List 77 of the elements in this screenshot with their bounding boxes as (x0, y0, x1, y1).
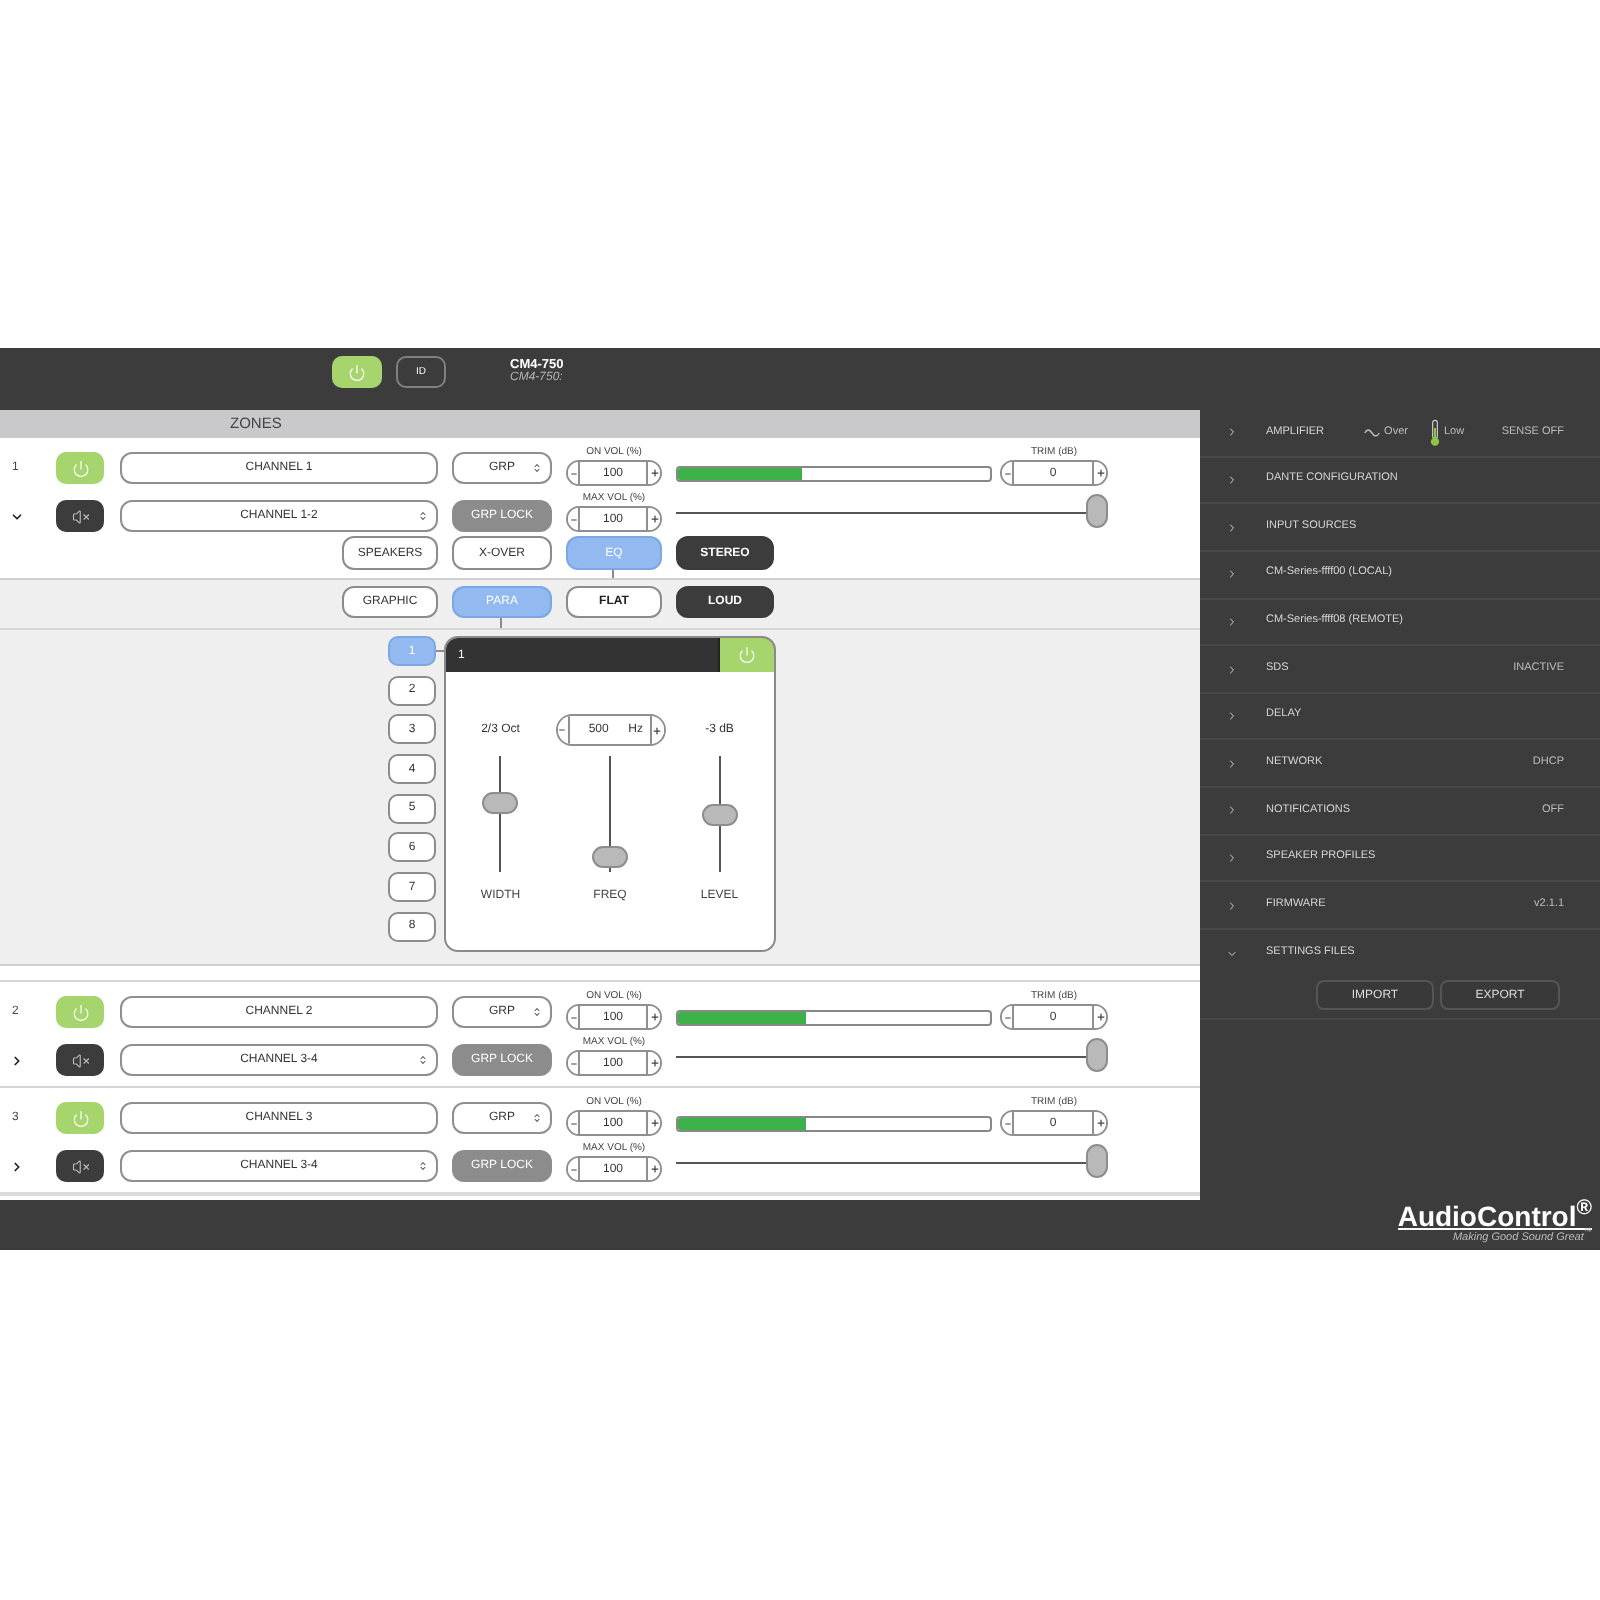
slider-thumb[interactable] (701, 803, 738, 825)
band-power-button[interactable] (718, 638, 774, 672)
decrement-button[interactable] (568, 508, 580, 530)
up-down-chevron-icon (532, 1006, 542, 1018)
plus-icon (1095, 1118, 1105, 1128)
decrement-button[interactable] (568, 462, 580, 484)
slider-track[interactable] (592, 756, 628, 872)
power-button[interactable] (332, 356, 382, 388)
power-icon (71, 1109, 89, 1127)
minus-icon (569, 1119, 577, 1127)
slider-track[interactable] (701, 756, 738, 872)
power-icon (348, 363, 366, 381)
minus-icon (569, 1059, 577, 1067)
mute-button[interactable] (56, 1044, 104, 1076)
up-down-chevron-icon (418, 1160, 428, 1172)
decrement-button[interactable] (1002, 1006, 1014, 1028)
power-icon (71, 459, 89, 477)
decrement-button[interactable] (557, 716, 569, 744)
mute-button[interactable] (56, 500, 104, 532)
increment-button[interactable] (1092, 1006, 1106, 1028)
sine-wave-icon (1364, 427, 1381, 438)
speaker-mute-icon (71, 1051, 89, 1069)
up-down-chevron-icon (418, 510, 428, 522)
plus-icon (1095, 468, 1105, 478)
plus-icon (649, 514, 659, 524)
plus-icon (649, 1012, 659, 1022)
slider-thumb[interactable] (592, 845, 628, 868)
slider-thumb[interactable] (1086, 1144, 1108, 1178)
mute-button[interactable] (56, 1150, 104, 1182)
slider-thumb[interactable] (1086, 494, 1108, 528)
plus-icon (649, 1164, 659, 1174)
decrement-button[interactable] (1002, 1112, 1014, 1134)
speaker-mute-icon (71, 507, 89, 525)
slider-thumb[interactable] (1086, 1038, 1108, 1072)
slider-thumb[interactable] (482, 792, 519, 815)
decrement-button[interactable] (568, 1112, 580, 1134)
speaker-mute-icon (71, 1157, 89, 1175)
decrement-button[interactable] (1002, 462, 1014, 484)
thermometer-icon (1429, 417, 1440, 448)
plus-icon (649, 1118, 659, 1128)
up-down-chevron-icon (532, 462, 542, 474)
minus-icon (1003, 1013, 1011, 1021)
logo-wordmark: AudioControl$^{®}$ (1397, 1203, 1592, 1229)
increment-button[interactable] (646, 1052, 660, 1074)
chevron-right-icon[interactable] (10, 1053, 24, 1067)
slider-track[interactable] (482, 756, 519, 872)
increment-button[interactable] (646, 1006, 660, 1028)
slider-track[interactable] (676, 1144, 1108, 1178)
increment-button[interactable] (646, 462, 660, 484)
minus-icon (569, 1165, 577, 1173)
chevron-down-icon[interactable] (10, 509, 24, 523)
increment-button[interactable] (649, 716, 663, 744)
up-down-chevron-icon (532, 1112, 542, 1124)
chevron-right-icon[interactable] (10, 1159, 24, 1173)
minus-icon (569, 515, 577, 523)
slider-track[interactable] (676, 1038, 1108, 1072)
decrement-button[interactable] (568, 1158, 580, 1180)
minus-icon (1003, 469, 1011, 477)
increment-button[interactable] (646, 1112, 660, 1134)
increment-button[interactable] (1092, 1112, 1106, 1134)
decrement-button[interactable] (568, 1052, 580, 1074)
minus-icon (1003, 1119, 1011, 1127)
minus-icon (569, 1013, 577, 1021)
minus-icon (569, 469, 577, 477)
increment-button[interactable] (1092, 462, 1106, 484)
plus-icon (649, 1058, 659, 1068)
increment-button[interactable] (646, 1158, 660, 1180)
power-icon (71, 1003, 89, 1021)
decrement-button[interactable] (568, 1006, 580, 1028)
minus-icon (558, 726, 566, 734)
plus-icon (1095, 1012, 1105, 1022)
plus-icon (652, 725, 662, 735)
plus-icon (649, 468, 659, 478)
increment-button[interactable] (646, 508, 660, 530)
up-down-chevron-icon (418, 1054, 428, 1066)
slider-track[interactable] (676, 494, 1108, 528)
power-icon (738, 646, 756, 664)
